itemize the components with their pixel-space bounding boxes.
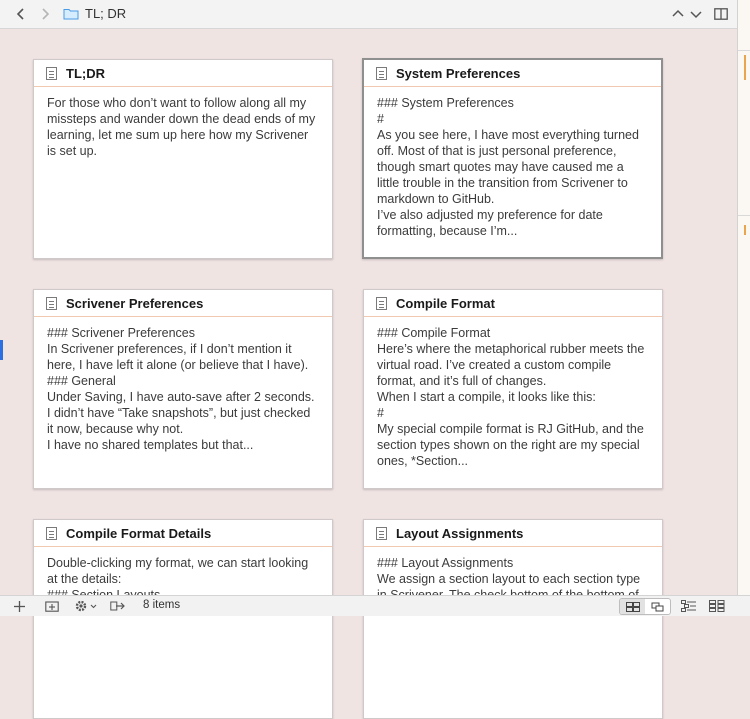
index-card[interactable]: Compile Format Details Double-clicking m…	[33, 519, 333, 719]
add-folder-button[interactable]	[44, 598, 60, 614]
card-title: Compile Format	[396, 295, 495, 311]
arrow-right-icon	[110, 601, 125, 611]
card-title-bar: Scrivener Preferences	[34, 290, 332, 317]
card-title-bar: Layout Assignments	[364, 520, 662, 547]
back-button[interactable]	[11, 4, 31, 24]
page-title: TL; DR	[85, 6, 127, 21]
split-view-button[interactable]	[711, 4, 731, 24]
card-synopsis: ### System Preferences # As you see here…	[377, 96, 639, 238]
document-icon	[376, 526, 387, 540]
add-button[interactable]	[12, 598, 26, 614]
next-document-button[interactable]	[686, 4, 706, 24]
card-title: Compile Format Details	[66, 525, 212, 541]
view-mode-segmented-control	[619, 598, 671, 615]
index-card[interactable]: TL;DR For those who don’t want to follow…	[33, 59, 333, 259]
gear-icon	[75, 600, 97, 612]
item-count: 8 items	[143, 599, 181, 611]
header-bar: TL; DR	[0, 0, 737, 29]
document-icon	[376, 296, 387, 310]
card-title-bar: TL;DR	[34, 60, 332, 87]
chevron-left-icon	[16, 8, 24, 20]
chevron-down-icon	[690, 11, 702, 19]
card-synopsis: ### Scrivener Preferences In Scrivener p…	[47, 326, 315, 452]
index-card[interactable]: Layout Assignments ### Layout Assignment…	[363, 519, 663, 719]
card-title: System Preferences	[396, 65, 521, 81]
document-icon	[46, 66, 57, 80]
card-title-bar: Compile Format	[364, 290, 662, 317]
index-card[interactable]: Scrivener Preferences ### Scrivener Pref…	[33, 289, 333, 489]
chevron-right-icon	[42, 8, 50, 20]
document-icon	[46, 526, 57, 540]
plus-icon	[13, 600, 25, 612]
folder-icon	[63, 9, 79, 20]
card-title: Scrivener Preferences	[66, 295, 204, 311]
card-title-bar: Compile Format Details	[34, 520, 332, 547]
card-title-bar: System Preferences	[364, 60, 661, 87]
outline-options-button[interactable]	[680, 598, 698, 614]
action-menu-button[interactable]	[73, 598, 99, 614]
editor-pane-edge	[737, 0, 750, 595]
move-button[interactable]	[109, 598, 127, 614]
corkboard-view-button[interactable]	[620, 599, 645, 614]
document-icon	[376, 66, 387, 80]
breadcrumb: TL; DR	[63, 6, 126, 21]
split-view-icon	[714, 8, 728, 20]
card-title: TL;DR	[66, 65, 105, 81]
card-grid-icon	[709, 600, 725, 612]
binder-selection-marker	[0, 340, 3, 360]
corkboard-grid-icon	[625, 601, 640, 612]
card-layout-button[interactable]	[708, 598, 726, 614]
document-icon	[46, 296, 57, 310]
forward-button[interactable]	[35, 4, 55, 24]
chevron-up-icon	[672, 9, 684, 17]
card-title: Layout Assignments	[396, 525, 524, 541]
footer-bar: 8 items	[0, 595, 750, 616]
outline-icon	[681, 600, 696, 612]
previous-document-button[interactable]	[668, 4, 688, 24]
index-card[interactable]: Compile Format ### Compile Format Here’s…	[363, 289, 663, 489]
freeform-view-button[interactable]	[645, 599, 670, 614]
index-card-selected[interactable]: System Preferences ### System Preference…	[362, 58, 663, 259]
card-synopsis: ### Compile Format Here’s where the meta…	[377, 326, 645, 468]
card-synopsis: For those who don’t want to follow along…	[47, 96, 316, 158]
freeform-icon	[651, 602, 663, 611]
new-folder-icon	[45, 601, 59, 612]
